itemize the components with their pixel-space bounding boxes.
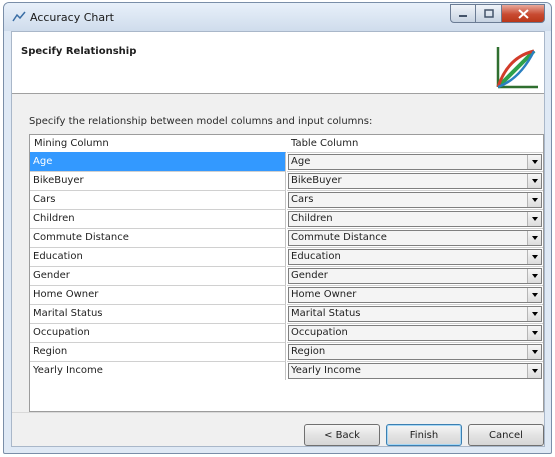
mining-column-cell[interactable]: Education: [30, 247, 286, 266]
dropdown-arrow-icon[interactable]: [527, 307, 541, 321]
dropdown-arrow-icon[interactable]: [527, 212, 541, 226]
mining-column-cell[interactable]: Region: [30, 342, 286, 361]
table-row[interactable]: Region Region: [30, 342, 543, 361]
table-row[interactable]: BikeBuyer BikeBuyer: [30, 171, 543, 190]
table-row[interactable]: Occupation Occupation: [30, 323, 543, 342]
table-column-value: Marital Status: [291, 308, 361, 319]
table-column-select[interactable]: Commute Distance: [288, 230, 542, 246]
table-row[interactable]: Education Education: [30, 247, 543, 266]
finish-button[interactable]: Finish: [386, 424, 462, 446]
dropdown-arrow-icon[interactable]: [527, 250, 541, 264]
table-row[interactable]: Home Owner Home Owner: [30, 285, 543, 304]
table-column-value: Gender: [291, 270, 328, 281]
mining-column-cell[interactable]: Commute Distance: [30, 228, 286, 247]
table-column-select[interactable]: Age: [288, 154, 542, 170]
maximize-button[interactable]: [476, 4, 502, 23]
mining-column-cell[interactable]: Occupation: [30, 323, 286, 342]
table-column-value: Age: [291, 156, 311, 167]
title-bar[interactable]: Accuracy Chart: [4, 3, 551, 31]
table-column-select[interactable]: Education: [288, 249, 542, 265]
grid-header: Mining Column Table Column: [30, 135, 543, 152]
table-column-value: Region: [291, 346, 326, 357]
dialog-body: Specify Relationship Specify the relatio…: [11, 31, 545, 447]
window-title: Accuracy Chart: [30, 11, 114, 24]
maximize-icon: [483, 9, 494, 18]
cancel-button[interactable]: Cancel: [468, 424, 544, 446]
mining-column-cell[interactable]: Children: [30, 209, 286, 228]
table-row[interactable]: Gender Gender: [30, 266, 543, 285]
dropdown-arrow-icon[interactable]: [527, 364, 541, 378]
minimize-icon: [459, 14, 467, 17]
table-column-value: Children: [291, 213, 333, 224]
mining-column-cell[interactable]: BikeBuyer: [30, 171, 286, 190]
footer-divider: [12, 412, 544, 413]
table-column-select[interactable]: Region: [288, 344, 542, 360]
table-row[interactable]: Marital Status Marital Status: [30, 304, 543, 323]
table-row[interactable]: Yearly Income Yearly Income: [30, 361, 543, 380]
table-column-select[interactable]: Occupation: [288, 325, 542, 341]
table-row[interactable]: Age Age: [30, 152, 543, 171]
dropdown-arrow-icon[interactable]: [527, 288, 541, 302]
dropdown-arrow-icon[interactable]: [527, 155, 541, 169]
table-column-header[interactable]: Table Column: [291, 138, 358, 149]
table-column-value: Yearly Income: [291, 365, 361, 376]
table-row[interactable]: Children Children: [30, 209, 543, 228]
mining-column-cell[interactable]: Cars: [30, 190, 286, 209]
minimize-button[interactable]: [450, 4, 476, 23]
mining-column-cell[interactable]: Yearly Income: [30, 361, 286, 380]
table-column-select[interactable]: Children: [288, 211, 542, 227]
table-column-select[interactable]: Home Owner: [288, 287, 542, 303]
dropdown-arrow-icon[interactable]: [527, 174, 541, 188]
accuracy-chart-logo: [494, 43, 540, 91]
close-icon: [517, 8, 529, 19]
mining-column-cell[interactable]: Marital Status: [30, 304, 286, 323]
accuracy-chart-dialog: Accuracy Chart Specify Relationship Spec…: [3, 2, 552, 454]
table-column-value: Occupation: [291, 327, 348, 338]
mining-column-cell[interactable]: Gender: [30, 266, 286, 285]
dropdown-arrow-icon[interactable]: [527, 231, 541, 245]
table-row[interactable]: Cars Cars: [30, 190, 543, 209]
mining-column-cell[interactable]: Age: [30, 152, 286, 171]
table-column-select[interactable]: BikeBuyer: [288, 173, 542, 189]
table-column-select[interactable]: Marital Status: [288, 306, 542, 322]
dropdown-arrow-icon[interactable]: [527, 193, 541, 207]
table-column-select[interactable]: Gender: [288, 268, 542, 284]
dropdown-arrow-icon[interactable]: [527, 326, 541, 340]
dropdown-arrow-icon[interactable]: [527, 345, 541, 359]
chart-icon: [12, 11, 26, 22]
window-controls: [450, 4, 545, 23]
table-column-value: Home Owner: [291, 289, 357, 300]
column-mapping-grid[interactable]: Mining Column Table Column Age Age BikeB…: [29, 134, 544, 412]
mining-column-cell[interactable]: Home Owner: [30, 285, 286, 304]
table-row[interactable]: Commute Distance Commute Distance: [30, 228, 543, 247]
dropdown-arrow-icon[interactable]: [527, 269, 541, 283]
table-column-value: Cars: [291, 194, 314, 205]
page-title: Specify Relationship: [21, 46, 137, 57]
back-button[interactable]: < Back: [304, 424, 380, 446]
table-column-select[interactable]: Yearly Income: [288, 363, 542, 379]
wizard-header: Specify Relationship: [12, 32, 544, 94]
table-column-value: Commute Distance: [291, 232, 387, 243]
instruction-text: Specify the relationship between model c…: [29, 116, 373, 127]
mining-column-header[interactable]: Mining Column: [34, 138, 109, 149]
table-column-value: BikeBuyer: [291, 175, 342, 186]
close-button[interactable]: [502, 4, 545, 23]
table-column-value: Education: [291, 251, 341, 262]
table-column-select[interactable]: Cars: [288, 192, 542, 208]
